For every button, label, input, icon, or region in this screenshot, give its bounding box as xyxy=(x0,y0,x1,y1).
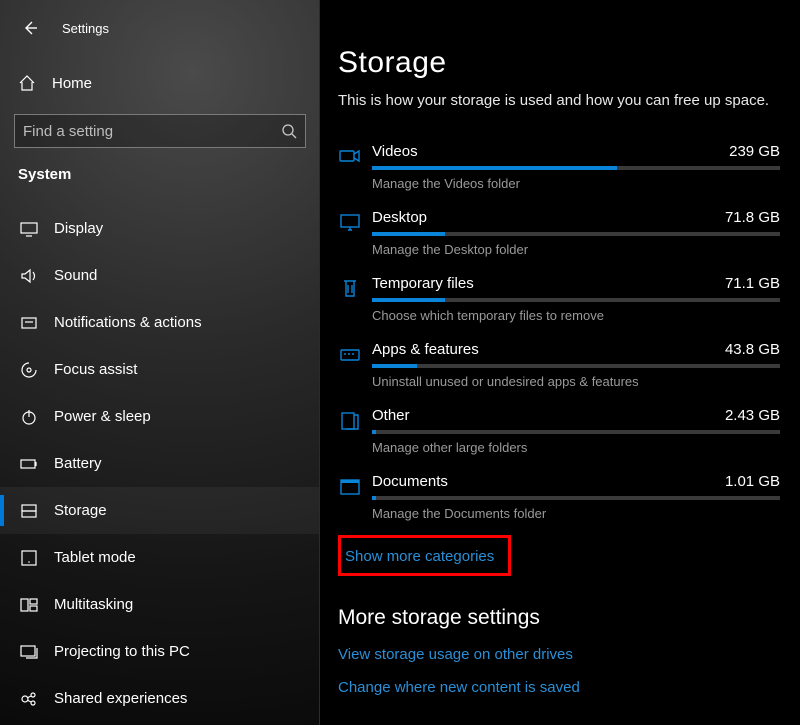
arrow-left-icon xyxy=(22,20,38,36)
sidebar-item-focus[interactable]: Focus assist xyxy=(0,346,320,393)
category-usage-bar xyxy=(372,166,780,170)
other-icon xyxy=(338,407,372,455)
show-more-categories-link[interactable]: Show more categories xyxy=(345,546,500,569)
sidebar-item-display[interactable]: Display xyxy=(0,205,320,252)
category-name: Other xyxy=(372,407,410,424)
sidebar-item-sound[interactable]: Sound xyxy=(0,252,320,299)
nav-home[interactable]: Home xyxy=(0,62,320,104)
more-settings-header: More storage settings xyxy=(338,606,780,630)
sidebar-item-label: Storage xyxy=(54,502,107,519)
more-settings-link-0[interactable]: View storage usage on other drives xyxy=(338,646,780,663)
header-title: Settings xyxy=(62,21,109,36)
category-name: Videos xyxy=(372,143,418,160)
sidebar-item-multitasking[interactable]: Multitasking xyxy=(0,581,320,628)
section-label: System xyxy=(0,148,320,191)
sidebar-item-label: Power & sleep xyxy=(54,408,151,425)
category-name: Apps & features xyxy=(372,341,479,358)
sidebar-item-tablet[interactable]: Tablet mode xyxy=(0,534,320,581)
category-usage-bar xyxy=(372,430,780,434)
sidebar-item-label: Tablet mode xyxy=(54,549,136,566)
notifications-icon xyxy=(18,312,40,334)
category-description: Manage the Videos folder xyxy=(372,176,780,191)
shared-icon xyxy=(18,688,40,710)
category-name: Documents xyxy=(372,473,448,490)
category-description: Choose which temporary files to remove xyxy=(372,308,780,323)
sidebar: Settings Home System Display Sound Notific… xyxy=(0,0,320,725)
category-size: 1.01 GB xyxy=(725,473,780,490)
sidebar-item-power[interactable]: Power & sleep xyxy=(0,393,320,440)
category-description: Manage the Desktop folder xyxy=(372,242,780,257)
search-icon xyxy=(281,123,297,139)
category-description: Uninstall unused or undesired apps & fea… xyxy=(372,374,780,389)
sidebar-item-label: Display xyxy=(54,220,103,237)
window-header: Settings xyxy=(0,10,320,46)
sound-icon xyxy=(18,265,40,287)
page-title: Storage xyxy=(338,46,780,80)
search-input[interactable] xyxy=(23,123,281,140)
sidebar-item-battery[interactable]: Battery xyxy=(0,440,320,487)
storage-icon xyxy=(18,500,40,522)
nav-home-label: Home xyxy=(52,75,92,92)
projecting-icon xyxy=(18,641,40,663)
tablet-icon xyxy=(18,547,40,569)
storage-category-other[interactable]: Other 2.43 GB Manage other large folders xyxy=(338,399,780,465)
category-description: Manage the Documents folder xyxy=(372,506,780,521)
sidebar-item-projecting[interactable]: Projecting to this PC xyxy=(0,628,320,675)
multitasking-icon xyxy=(18,594,40,616)
storage-category-videos[interactable]: Videos 239 GB Manage the Videos folder xyxy=(338,135,780,201)
apps-icon xyxy=(338,341,372,389)
sidebar-item-label: Notifications & actions xyxy=(54,314,202,331)
category-size: 2.43 GB xyxy=(725,407,780,424)
category-name: Temporary files xyxy=(372,275,474,292)
page-subtitle: This is how your storage is used and how… xyxy=(338,92,780,109)
sidebar-item-label: Projecting to this PC xyxy=(54,643,190,660)
annotation-highlight: Show more categories xyxy=(338,535,511,576)
temp-icon xyxy=(338,275,372,323)
display-icon xyxy=(18,218,40,240)
search-box[interactable] xyxy=(14,114,306,148)
sidebar-item-notifications[interactable]: Notifications & actions xyxy=(0,299,320,346)
power-icon xyxy=(18,406,40,428)
category-usage-bar xyxy=(372,496,780,500)
sidebar-item-storage[interactable]: Storage xyxy=(0,487,320,534)
storage-category-temp[interactable]: Temporary files 71.1 GB Choose which tempo… xyxy=(338,267,780,333)
videos-icon xyxy=(338,143,372,191)
back-button[interactable] xyxy=(18,16,42,40)
category-usage-bar xyxy=(372,298,780,302)
category-size: 71.1 GB xyxy=(725,275,780,292)
sidebar-item-label: Multitasking xyxy=(54,596,133,613)
more-settings-link-1[interactable]: Change where new content is saved xyxy=(338,679,780,696)
more-settings-links: View storage usage on other drives Change… xyxy=(338,646,780,696)
storage-category-desktop[interactable]: Desktop 71.8 GB Manage the Desktop folder xyxy=(338,201,780,267)
category-size: 43.8 GB xyxy=(725,341,780,358)
sidebar-item-label: Shared experiences xyxy=(54,690,187,707)
documents-icon xyxy=(338,473,372,521)
category-usage-bar xyxy=(372,364,780,368)
battery-icon xyxy=(18,453,40,475)
main-panel: Storage This is how your storage is used… xyxy=(320,0,800,725)
category-name: Desktop xyxy=(372,209,427,226)
category-size: 71.8 GB xyxy=(725,209,780,226)
category-description: Manage other large folders xyxy=(372,440,780,455)
sidebar-item-label: Focus assist xyxy=(54,361,137,378)
desktop-icon xyxy=(338,209,372,257)
storage-category-list: Videos 239 GB Manage the Videos folder Desk… xyxy=(338,135,780,531)
category-usage-bar xyxy=(372,232,780,236)
category-size: 239 GB xyxy=(729,143,780,160)
sidebar-item-label: Sound xyxy=(54,267,97,284)
nav-list: Display Sound Notifications & actions Focus… xyxy=(0,205,320,722)
sidebar-item-label: Battery xyxy=(54,455,102,472)
storage-category-documents[interactable]: Documents 1.01 GB Manage the Documents fol… xyxy=(338,465,780,531)
sidebar-item-shared[interactable]: Shared experiences xyxy=(0,675,320,722)
storage-category-apps[interactable]: Apps & features 43.8 GB Uninstall unused o… xyxy=(338,333,780,399)
home-icon xyxy=(18,74,38,92)
focus-icon xyxy=(18,359,40,381)
